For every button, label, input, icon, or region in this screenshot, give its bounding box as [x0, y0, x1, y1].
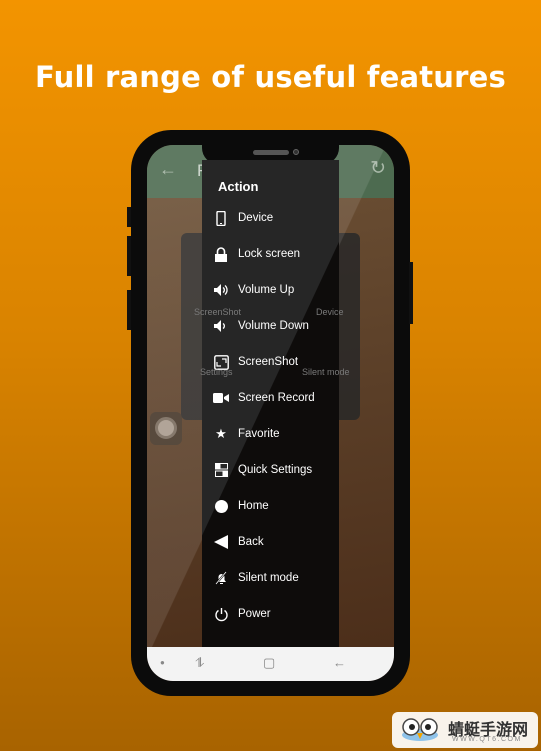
system-nav-bar: ● ⥮ ▢ ← — [147, 647, 394, 681]
watermark: 蜻蜓手游网 WWW.QT6.COM — [392, 712, 538, 748]
phone-side-button — [127, 290, 131, 330]
headline: Full range of useful features — [35, 60, 506, 94]
star-icon: ★ — [215, 426, 227, 441]
dot-icon: ● — [160, 658, 165, 667]
toggles-icon — [213, 462, 229, 478]
speaker — [253, 150, 289, 155]
front-camera — [293, 149, 299, 155]
menu-title: Action — [218, 179, 259, 194]
power-icon — [213, 606, 229, 622]
phone-power-button — [409, 262, 413, 324]
menu-item-back[interactable]: Back — [202, 526, 339, 558]
volume-down-icon — [213, 318, 229, 334]
watermark-url: WWW.QT6.COM — [452, 736, 522, 743]
video-camera-icon — [213, 390, 229, 406]
menu-item-screenshot[interactable]: ScreenShot — [202, 346, 339, 378]
screenshot-icon — [213, 354, 229, 370]
menu-item-volume-down[interactable]: Volume Down — [202, 310, 339, 342]
notch — [202, 130, 339, 164]
phone-icon — [213, 210, 229, 226]
recents-icon[interactable]: ⥮ — [195, 655, 204, 671]
action-menu: Action Device Lock screen Volume Up Volu… — [202, 160, 339, 647]
circle-icon — [213, 498, 229, 514]
phone-side-button — [127, 236, 131, 276]
dragonfly-logo — [402, 718, 438, 741]
bell-off-icon — [213, 570, 229, 586]
back-icon[interactable]: ← — [333, 655, 346, 670]
menu-item-home[interactable]: Home — [202, 490, 339, 522]
phone-side-button — [127, 207, 131, 227]
menu-item-power[interactable]: Power — [202, 598, 339, 630]
home-square-icon[interactable]: ▢ — [263, 655, 275, 671]
lock-icon — [213, 246, 229, 262]
volume-up-icon — [213, 282, 229, 298]
triangle-left-icon — [213, 534, 229, 550]
menu-item-favorite[interactable]: ★ Favorite — [202, 418, 339, 450]
menu-item-silent-mode[interactable]: Silent mode — [202, 562, 339, 594]
menu-item-device[interactable]: Device — [202, 202, 339, 234]
menu-item-quick-settings[interactable]: Quick Settings — [202, 454, 339, 486]
menu-item-volume-up[interactable]: Volume Up — [202, 274, 339, 306]
menu-item-screen-record[interactable]: Screen Record — [202, 382, 339, 414]
menu-item-lock-screen[interactable]: Lock screen — [202, 238, 339, 270]
